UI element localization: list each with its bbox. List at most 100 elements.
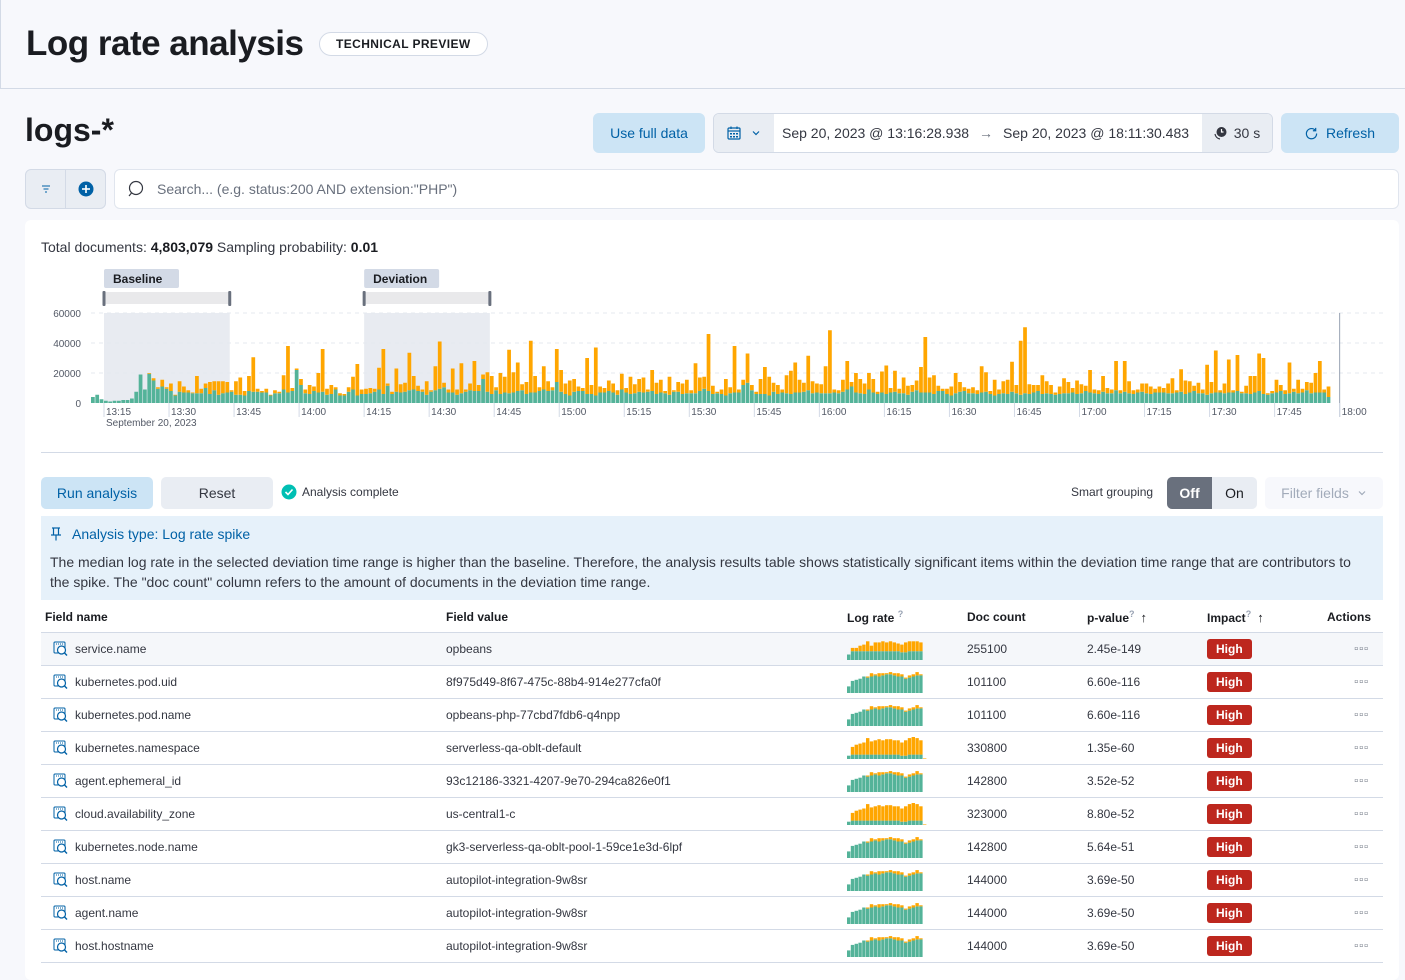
actions-menu-button[interactable]: ▫▫▫ (1354, 676, 1369, 688)
spark-bar-deviation (850, 812, 855, 821)
sort-ascending-icon[interactable]: ↑ (1141, 610, 1148, 625)
reset-button[interactable]: Reset (161, 477, 273, 509)
spark-bar-deviation (904, 875, 908, 877)
filter-fields-dropdown[interactable]: Filter fields (1265, 477, 1383, 509)
bar-deviation (1135, 389, 1140, 393)
spark-bar-baseline (873, 774, 877, 792)
table-row[interactable]: kubernetes.namespace serverless-qa-oblt-… (41, 731, 1383, 765)
spark-bar-baseline (847, 755, 851, 759)
table-row[interactable]: host.name autopilot-integration-9w8sr 14… (41, 863, 1383, 897)
search-bar (114, 169, 1399, 209)
spark-bar-deviation (877, 805, 881, 821)
bar-baseline (663, 393, 668, 403)
bar-baseline (1040, 394, 1045, 403)
column-impact[interactable]: Impact? ↑ (1203, 602, 1313, 633)
field-search-icon[interactable] (53, 839, 69, 855)
filter-menu-button[interactable] (26, 170, 66, 208)
bar-baseline (117, 400, 121, 403)
spark-bar-deviation (866, 641, 870, 652)
help-icon[interactable]: ? (898, 609, 904, 619)
actions-menu-button[interactable]: ▫▫▫ (1354, 709, 1369, 721)
spark-bar-baseline (858, 820, 862, 825)
bar-deviation (537, 387, 542, 391)
smart-grouping-on[interactable]: On (1212, 477, 1257, 509)
smart-grouping-toggle: Off On (1167, 477, 1257, 509)
table-row[interactable]: service.name opbeans 255100 2.45e-149 Hi… (41, 632, 1383, 666)
table-row[interactable]: cloud.availability_zone us-central1-c 32… (41, 797, 1383, 831)
search-input[interactable] (157, 181, 1398, 197)
field-search-icon[interactable] (53, 806, 69, 822)
spark-bar-deviation (877, 772, 881, 776)
actions-menu-button[interactable]: ▫▫▫ (1354, 643, 1369, 655)
spark-bar-baseline (904, 755, 908, 759)
spark-bar-baseline (881, 820, 885, 825)
start-date[interactable]: Sep 20, 2023 @ 13:16:28.938 (782, 125, 969, 141)
bar-deviation (212, 381, 217, 391)
bar-baseline (1200, 393, 1205, 403)
help-icon[interactable]: ? (1129, 609, 1135, 619)
spark-bar-baseline (885, 839, 889, 858)
field-search-icon[interactable] (53, 674, 69, 690)
add-filter-button[interactable] (66, 170, 105, 208)
spark-bar-baseline (904, 942, 908, 957)
table-row[interactable]: host.hostname autopilot-integration-9w8s… (41, 929, 1383, 963)
field-search-icon[interactable] (53, 740, 69, 756)
spark-bar-deviation (900, 808, 904, 822)
help-icon[interactable]: ? (1246, 609, 1252, 619)
quick-select-button[interactable] (714, 114, 774, 152)
actions-menu-button[interactable]: ▫▫▫ (1354, 808, 1369, 820)
actions-menu-button[interactable]: ▫▫▫ (1354, 841, 1369, 853)
table-row[interactable]: kubernetes.pod.uid 8f975d49-8f67-475c-88… (41, 665, 1383, 699)
spark-bar-baseline (881, 651, 885, 660)
bar-baseline (1062, 393, 1066, 403)
bar-baseline (407, 390, 412, 403)
spark-bar-deviation (888, 805, 893, 821)
bar-baseline (459, 393, 464, 403)
actions-menu-button[interactable]: ▫▫▫ (1354, 940, 1369, 952)
column-p-value[interactable]: p-value? ↑ (1083, 602, 1203, 633)
bar-baseline (476, 391, 481, 403)
spark-bar-baseline (900, 821, 904, 825)
bar-baseline (1014, 393, 1019, 403)
table-row[interactable]: agent.ephemeral_id 93c12186-3321-4207-9e… (41, 764, 1383, 798)
field-search-icon[interactable] (53, 707, 69, 723)
bar-deviation (836, 390, 841, 394)
run-analysis-button[interactable]: Run analysis (41, 477, 153, 509)
bar-baseline (910, 391, 915, 403)
auto-refresh-button[interactable]: 30 s (1202, 114, 1272, 152)
end-date[interactable]: Sep 20, 2023 @ 18:11:30.483 (1003, 125, 1189, 141)
actions-menu-button[interactable]: ▫▫▫ (1354, 742, 1369, 754)
bar-baseline (975, 394, 980, 403)
actions-menu-button[interactable]: ▫▫▫ (1354, 775, 1369, 787)
table-row[interactable]: kubernetes.node.name gk3-serverless-qa-o… (41, 830, 1383, 864)
spark-bar-baseline (911, 940, 915, 957)
spark-bar-deviation (885, 838, 889, 840)
bar-deviation (1235, 355, 1240, 391)
refresh-button[interactable]: Refresh (1281, 113, 1399, 153)
field-search-icon[interactable] (53, 773, 69, 789)
field-search-icon[interactable] (53, 938, 69, 954)
bar-baseline (1079, 393, 1084, 403)
sampling-value: 0.01 (350, 239, 379, 255)
document-count-chart[interactable]: Baseline Deviation 0 20000 40000 60000 13:15 13… (25, 265, 1399, 435)
column-log-rate[interactable]: Log rate ? (843, 602, 963, 633)
actions-menu-button[interactable]: ▫▫▫ (1354, 874, 1369, 886)
sort-ascending-icon[interactable]: ↑ (1257, 610, 1264, 625)
field-search-icon[interactable] (53, 872, 69, 888)
spark-bar-deviation (873, 806, 877, 821)
table-row[interactable]: agent.name autopilot-integration-9w8sr 1… (41, 896, 1383, 930)
field-search-icon[interactable] (53, 641, 69, 657)
use-full-data-button[interactable]: Use full data (593, 113, 705, 153)
smart-grouping-off[interactable]: Off (1167, 477, 1212, 509)
spark-bar-deviation (907, 840, 912, 843)
column-field-name[interactable]: Field name (41, 602, 442, 633)
actions-menu-button[interactable]: ▫▫▫ (1354, 907, 1369, 919)
spark-bar-deviation (904, 842, 908, 844)
bar-deviation (1265, 393, 1270, 395)
column-doc-count[interactable]: Doc count (963, 602, 1083, 633)
table-row[interactable]: kubernetes.pod.name opbeans-php-77cbd7fd… (41, 698, 1383, 732)
field-search-icon[interactable] (53, 905, 69, 921)
bar-baseline (737, 392, 741, 403)
bar-baseline (880, 392, 884, 403)
column-field-value[interactable]: Field value (442, 602, 843, 633)
